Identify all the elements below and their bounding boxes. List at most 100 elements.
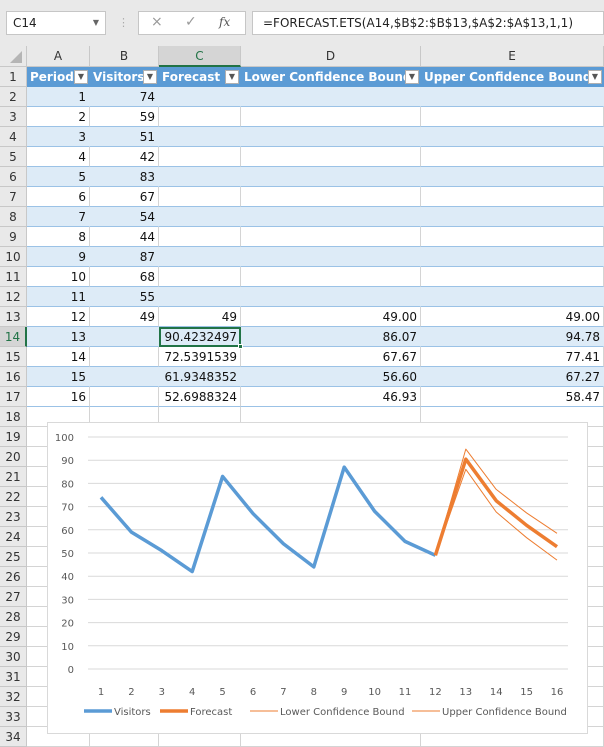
formula-input[interactable]: =FORECAST.ETS(A14,$B$2:$B$13,$A$2:$A$13,…	[252, 11, 604, 35]
table-cell[interactable]	[90, 327, 159, 347]
table-cell[interactable]: 67.67	[241, 347, 421, 367]
table-cell[interactable]	[90, 387, 159, 407]
table-cell[interactable]: 90.4232497	[159, 327, 241, 347]
table-cell[interactable]	[241, 167, 421, 187]
filter-dropdown-icon[interactable]: ▼	[225, 70, 239, 84]
filter-dropdown-icon[interactable]: ▼	[405, 70, 419, 84]
filter-dropdown-icon[interactable]: ▼	[74, 70, 88, 84]
table-cell[interactable]	[241, 287, 421, 307]
row-header-29[interactable]: 29	[0, 627, 27, 647]
table-cell[interactable]	[159, 147, 241, 167]
name-box[interactable]: C14 ▼	[6, 11, 106, 35]
table-cell[interactable]	[90, 367, 159, 387]
table-cell[interactable]: 4	[27, 147, 90, 167]
table-cell[interactable]	[90, 347, 159, 367]
table-cell[interactable]	[159, 87, 241, 107]
select-all-corner[interactable]	[0, 46, 27, 67]
table-cell[interactable]	[159, 167, 241, 187]
row-header-31[interactable]: 31	[0, 667, 27, 687]
column-header-d[interactable]: D	[241, 46, 421, 67]
table-cell[interactable]: 46.93	[241, 387, 421, 407]
table-cell[interactable]	[159, 207, 241, 227]
table-cell[interactable]	[241, 267, 421, 287]
table-cell[interactable]	[421, 227, 604, 247]
row-header-24[interactable]: 24	[0, 527, 27, 547]
row-header-9[interactable]: 9	[0, 227, 27, 247]
table-cell[interactable]: 68	[90, 267, 159, 287]
table-cell[interactable]	[421, 147, 604, 167]
table-cell[interactable]: 72.5391539	[159, 347, 241, 367]
table-cell[interactable]: 94.78	[421, 327, 604, 347]
row-header-10[interactable]: 10	[0, 247, 27, 267]
table-cell[interactable]: 11	[27, 287, 90, 307]
table-cell[interactable]	[241, 127, 421, 147]
row-header-20[interactable]: 20	[0, 447, 27, 467]
row-header-30[interactable]: 30	[0, 647, 27, 667]
table-cell[interactable]: 1	[27, 87, 90, 107]
filter-dropdown-icon[interactable]: ▼	[143, 70, 157, 84]
table-cell[interactable]: 87	[90, 247, 159, 267]
table-cell[interactable]	[159, 227, 241, 247]
row-header-7[interactable]: 7	[0, 187, 27, 207]
table-cell[interactable]	[159, 267, 241, 287]
table-cell[interactable]	[241, 207, 421, 227]
cancel-icon[interactable]: ×	[151, 14, 163, 30]
table-cell[interactable]	[241, 247, 421, 267]
table-cell[interactable]: 8	[27, 227, 90, 247]
row-header-23[interactable]: 23	[0, 507, 27, 527]
row-header-14[interactable]: 14	[0, 327, 27, 347]
table-cell[interactable]: 42	[90, 147, 159, 167]
table-cell[interactable]: 56.60	[241, 367, 421, 387]
table-cell[interactable]	[159, 127, 241, 147]
table-cell[interactable]: 15	[27, 367, 90, 387]
row-header-18[interactable]: 18	[0, 407, 27, 427]
column-header-c[interactable]: C	[159, 46, 241, 67]
table-cell[interactable]	[421, 207, 604, 227]
row-header-3[interactable]: 3	[0, 107, 27, 127]
table-cell[interactable]: 3	[27, 127, 90, 147]
table-cell[interactable]	[159, 247, 241, 267]
row-header-33[interactable]: 33	[0, 707, 27, 727]
table-cell[interactable]	[421, 287, 604, 307]
column-header-e[interactable]: E	[421, 46, 604, 67]
table-cell[interactable]: 13	[27, 327, 90, 347]
table-cell[interactable]: 14	[27, 347, 90, 367]
table-cell[interactable]: 12	[27, 307, 90, 327]
row-header-1[interactable]: 1	[0, 67, 27, 87]
table-cell[interactable]: 52.6988324	[159, 387, 241, 407]
table-cell[interactable]	[241, 87, 421, 107]
fx-icon[interactable]: fx	[219, 15, 230, 29]
table-cell[interactable]: 74	[90, 87, 159, 107]
column-header-b[interactable]: B	[90, 46, 159, 67]
table-cell[interactable]: 5	[27, 167, 90, 187]
table-cell[interactable]	[421, 187, 604, 207]
row-header-21[interactable]: 21	[0, 467, 27, 487]
row-header-22[interactable]: 22	[0, 487, 27, 507]
fill-handle[interactable]	[238, 344, 243, 349]
table-cell[interactable]: 49	[90, 307, 159, 327]
table-cell[interactable]: 59	[90, 107, 159, 127]
forecast-chart[interactable]: 0 10 20 30 40 50 60 70 80 90 100 1 2 3 4 5 6 7 8 9 10 11 12 13 1…	[47, 422, 588, 734]
row-header-16[interactable]: 16	[0, 367, 27, 387]
table-cell[interactable]: 9	[27, 247, 90, 267]
chevron-down-icon[interactable]: ▼	[93, 12, 99, 34]
table-cell[interactable]	[421, 87, 604, 107]
table-cell[interactable]	[421, 107, 604, 127]
row-header-13[interactable]: 13	[0, 307, 27, 327]
table-cell[interactable]	[241, 187, 421, 207]
column-header-a[interactable]: A	[27, 46, 90, 67]
row-header-6[interactable]: 6	[0, 167, 27, 187]
table-cell[interactable]	[241, 227, 421, 247]
table-cell[interactable]: 77.41	[421, 347, 604, 367]
row-header-32[interactable]: 32	[0, 687, 27, 707]
table-cell[interactable]: 16	[27, 387, 90, 407]
table-cell[interactable]: 67	[90, 187, 159, 207]
row-header-12[interactable]: 12	[0, 287, 27, 307]
table-cell[interactable]: 54	[90, 207, 159, 227]
table-cell[interactable]: 51	[90, 127, 159, 147]
row-header-28[interactable]: 28	[0, 607, 27, 627]
table-cell[interactable]	[241, 107, 421, 127]
row-header-17[interactable]: 17	[0, 387, 27, 407]
row-header-26[interactable]: 26	[0, 567, 27, 587]
table-cell[interactable]: 6	[27, 187, 90, 207]
